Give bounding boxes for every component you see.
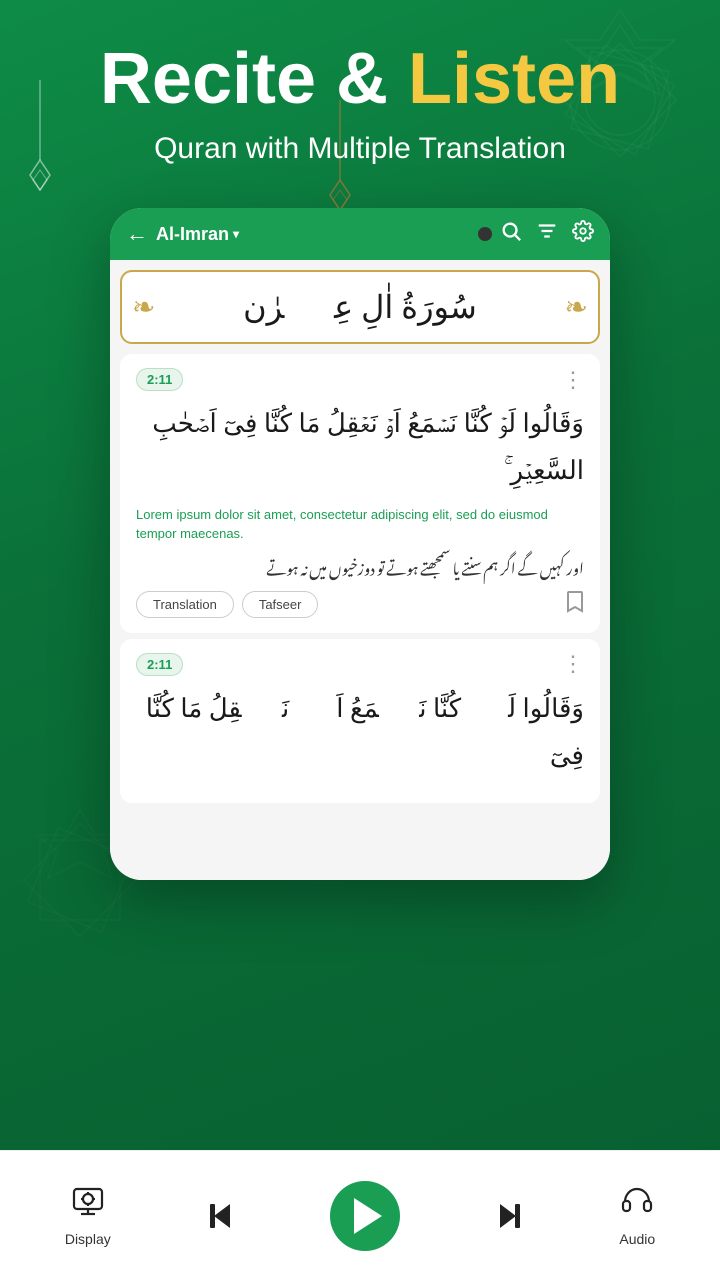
surah-arabic-title: سُورَةُ اٰلِ عِمۡرٰن: [138, 288, 582, 326]
verse-more-icon-2[interactable]: ⋮: [562, 653, 584, 675]
surah-deco-left: ❧: [132, 291, 155, 324]
display-icon: [71, 1184, 105, 1225]
surah-header: ❧ سُورَةُ اٰلِ عِمۡرٰن ❧: [120, 270, 600, 344]
surah-deco-right: ❧: [565, 291, 588, 324]
tafseer-tag[interactable]: Tafseer: [242, 591, 319, 618]
audio-label: Audio: [619, 1231, 655, 1247]
next-button[interactable]: [490, 1196, 530, 1236]
audio-button[interactable]: Audio: [619, 1184, 655, 1247]
verse-translation-1: Lorem ipsum dolor sit amet, consectetur …: [136, 505, 584, 544]
phone-mockup: ← Al-Imran ▾: [110, 208, 610, 880]
verse-urdu-1: اور کہیں گے اگر ہم سنتے یا سمجھتے ہوتے ت…: [136, 552, 584, 579]
verse-card-2: 2:11 ⋮ وَقَالُوا لَوۡ كُنَّا نَسۡمَعُ اَ…: [120, 639, 600, 804]
settings-icon[interactable]: [572, 220, 594, 248]
hero-title-text: Recite & Listen: [100, 40, 620, 119]
prev-button[interactable]: [200, 1196, 240, 1236]
verse-footer-1: Translation Tafseer: [136, 591, 584, 619]
verse-number-2: 2:11: [136, 653, 183, 676]
verse-arabic-2: وَقَالُوا لَوۡ كُنَّا نَسۡمَعُ اَوۡ نَعۡ…: [136, 686, 584, 780]
recite-text: Recite &: [100, 39, 408, 119]
phone-content: ❧ سُورَةُ اٰلِ عِمۡرٰن ❧ 2:11 ⋮ وَقَالُو…: [110, 260, 610, 880]
topbar-icons: [500, 220, 594, 248]
translation-tag[interactable]: Translation: [136, 591, 234, 618]
verse-card-1: 2:11 ⋮ وَقَالُوا لَوۡ كُنَّا نَسۡمَعُ اَ…: [120, 354, 600, 633]
surah-title[interactable]: Al-Imran ▾: [156, 224, 470, 245]
verse-more-icon-1[interactable]: ⋮: [562, 369, 584, 391]
camera-dot: [478, 227, 492, 241]
display-button[interactable]: Display: [65, 1184, 111, 1247]
filter-icon[interactable]: [536, 220, 558, 248]
verse-number-1: 2:11: [136, 368, 183, 391]
verse-tags-1: Translation Tafseer: [136, 591, 318, 618]
hero-subtitle: Quran with Multiple Translation: [114, 129, 606, 168]
listen-text: Listen: [408, 39, 620, 119]
play-icon: [354, 1198, 382, 1234]
headphone-icon: [620, 1184, 654, 1225]
hero-title: Recite & Listen: [100, 40, 620, 119]
verse-arabic-1: وَقَالُوا لَوۡ كُنَّا نَسۡمَعُ اَوۡ نَعۡ…: [136, 401, 584, 495]
back-button[interactable]: ←: [126, 221, 148, 247]
verse-header-1: 2:11 ⋮: [136, 368, 584, 391]
display-label: Display: [65, 1231, 111, 1247]
bookmark-icon-1[interactable]: [566, 591, 584, 619]
chevron-down-icon: ▾: [233, 227, 239, 241]
search-icon[interactable]: [500, 220, 522, 248]
bottom-bar: Display Audio: [0, 1150, 720, 1280]
play-button[interactable]: [330, 1181, 400, 1251]
verse-header-2: 2:11 ⋮: [136, 653, 584, 676]
phone-topbar: ← Al-Imran ▾: [110, 208, 610, 260]
